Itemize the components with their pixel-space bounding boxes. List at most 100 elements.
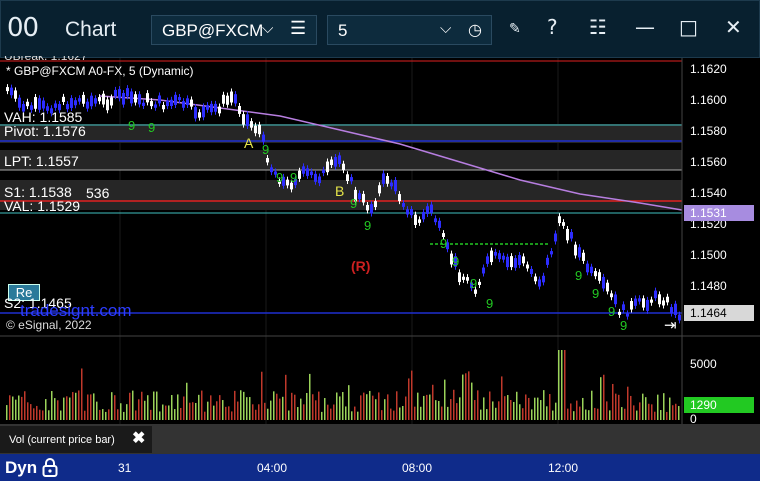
volume-bar — [429, 394, 431, 420]
candle-body — [254, 125, 257, 134]
candle-body — [534, 276, 537, 282]
help-icon[interactable]: ? — [547, 15, 558, 39]
volume-bar — [300, 398, 302, 420]
volume-bar — [180, 407, 182, 420]
chevron-down-icon[interactable]: ⌵ — [262, 20, 273, 37]
volume-bar — [6, 405, 8, 420]
candle-body — [346, 174, 349, 182]
candle-body — [194, 107, 197, 119]
candle-body — [322, 169, 325, 174]
app-icon[interactable]: 00 — [7, 13, 39, 43]
candle-body — [170, 99, 173, 106]
candle-body — [314, 173, 317, 182]
volume-bar — [264, 402, 266, 420]
candle-body — [386, 176, 389, 184]
volume-bar — [417, 392, 419, 420]
candle-body — [562, 222, 565, 226]
volume-bar — [627, 386, 629, 420]
candle-body — [358, 193, 361, 200]
candle-body — [566, 228, 569, 241]
volume-bar — [600, 377, 602, 420]
candle-body — [506, 256, 509, 268]
candle-body — [270, 167, 273, 173]
candle-body — [190, 99, 193, 107]
symbol-selector[interactable]: GBP@FXCM ⌵ ☰ — [151, 15, 317, 45]
volume-bar — [411, 370, 413, 420]
time-label: 31 — [118, 461, 132, 475]
volume-bar — [525, 394, 527, 420]
chevron-down-icon[interactable]: ⌵ — [440, 20, 451, 37]
volume-bar — [552, 410, 554, 420]
volume-bar — [51, 391, 53, 420]
volume-bar — [192, 402, 194, 420]
volume-bar — [45, 399, 47, 420]
close-icon[interactable]: ✖ — [132, 428, 145, 448]
minimize-icon[interactable]: — — [635, 15, 655, 39]
volume-bar — [48, 410, 50, 420]
volume-bar — [669, 397, 671, 420]
price-chart[interactable]: 9 999 99999999999 1.16201.16001.15801.1560… — [0, 58, 760, 454]
volume-bar — [606, 401, 608, 420]
copyright: © eSignal, 2022 — [6, 318, 92, 332]
volume-bar — [171, 395, 173, 420]
candle-body — [550, 251, 553, 255]
volume-bar — [165, 405, 167, 420]
candle-body — [426, 206, 429, 214]
volume-bar — [315, 400, 317, 420]
candle-body — [646, 299, 649, 311]
candle-body — [662, 300, 665, 306]
candle-body — [466, 277, 469, 281]
value-area-band — [0, 124, 682, 143]
candle-body — [230, 91, 233, 103]
interval-selector[interactable]: 5 ⌵ ◷ — [327, 15, 492, 45]
volume-bar — [147, 395, 149, 420]
dyn-mode-label[interactable]: Dyn — [5, 458, 37, 478]
close-icon[interactable]: ✕ — [725, 15, 742, 39]
volume-bar — [654, 411, 656, 420]
volume-bar — [324, 398, 326, 420]
volume-bar — [294, 394, 296, 420]
volume-bar — [576, 400, 578, 420]
volume-study-tag[interactable]: Vol (current price bar) ✖ — [0, 425, 152, 453]
volume-bar — [657, 394, 659, 420]
candle-body — [390, 182, 393, 187]
layout-icon[interactable]: ☷ — [589, 15, 607, 39]
volume-bar — [9, 395, 11, 420]
maximize-icon[interactable]: □ — [679, 15, 698, 39]
volume-bar — [153, 391, 155, 420]
volume-bar — [81, 368, 83, 420]
volume-bar — [27, 402, 29, 420]
candle-body — [350, 177, 353, 182]
menu-icon[interactable]: ☰ — [290, 18, 306, 39]
volume-bar — [240, 390, 242, 420]
volume-bar — [138, 399, 140, 420]
volume-bar — [204, 411, 206, 420]
candle-body — [622, 304, 625, 311]
candle-body — [510, 256, 513, 268]
volume-bar — [522, 408, 524, 420]
scroll-to-end-icon[interactable]: ⇥ — [664, 316, 677, 334]
volume-bar — [201, 390, 203, 420]
volume-bar — [234, 390, 236, 420]
candle-body — [482, 267, 485, 274]
lock-icon[interactable] — [42, 457, 58, 481]
candle-body — [418, 219, 421, 223]
candle-body — [574, 244, 577, 256]
volume-bar — [69, 397, 71, 420]
candle-body — [186, 98, 189, 106]
candle-body — [6, 87, 9, 92]
clock-icon[interactable]: ◷ — [468, 20, 482, 40]
candle-body — [286, 179, 289, 186]
candle-body — [586, 263, 589, 273]
volume-bar — [345, 406, 347, 420]
volume-bar — [651, 404, 653, 420]
volume-bar — [54, 398, 56, 420]
volume-axis-5000: 5000 — [690, 357, 717, 371]
candle-body — [490, 250, 493, 263]
time-label: 08:00 — [402, 461, 433, 475]
time-axis-bar: Dyn 31 04:00 08:00 12:00 — [0, 454, 760, 481]
pen-icon[interactable]: ✎ — [509, 21, 521, 37]
candle-body — [614, 294, 617, 305]
candle-body — [242, 114, 245, 125]
volume-bar — [381, 410, 383, 420]
